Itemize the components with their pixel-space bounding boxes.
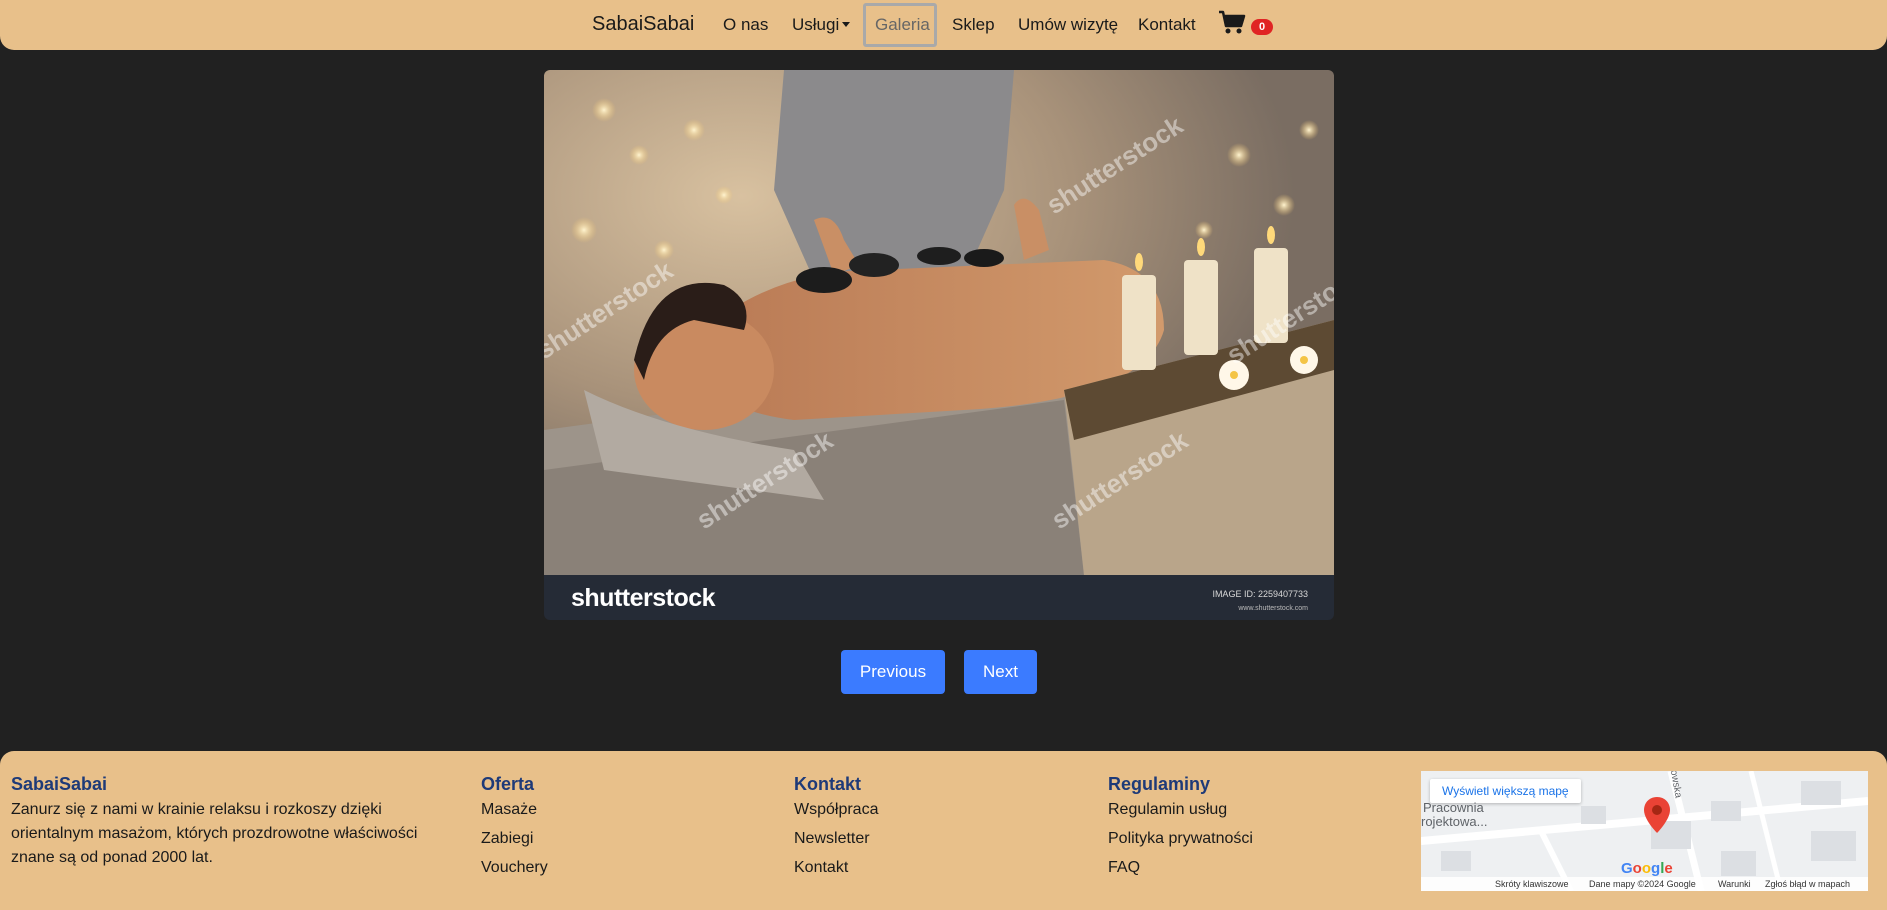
shutterstock-logo: shutterstock [571,584,716,612]
footer-link-masaze[interactable]: Masaże [481,798,537,822]
gallery-slide: shutterstock shutterstock shutterstock s… [544,70,1334,620]
next-button[interactable]: Next [964,650,1037,694]
footer-link-wspolpraca[interactable]: Współpraca [794,798,878,822]
embedded-map[interactable]: Wyświetl większą mapę Pracownia rojektow… [1421,771,1868,891]
image-source-url: www.shutterstock.com [1238,605,1308,612]
nav-link-sklep[interactable]: Sklep [952,15,995,35]
footer: SabaiSabai Zanurz się z nami w krainie r… [0,751,1887,910]
footer-link-faq[interactable]: FAQ [1108,856,1140,880]
footer-description: Zanurz się z nami w krainie relaksu i ro… [11,801,418,866]
map-data-attribution: Dane mapy ©2024 Google [1589,879,1696,889]
map-attribution-bar: Skróty klawiszowe Dane mapy ©2024 Google… [1421,877,1868,891]
nav-link-kontakt[interactable]: Kontakt [1138,15,1196,35]
cart-count-badge: 0 [1251,19,1273,35]
footer-link-kontakt[interactable]: Kontakt [794,856,848,880]
footer-oferta-title: Oferta [481,774,535,794]
footer-link-zabiegi[interactable]: Zabiegi [481,827,533,851]
map-report-link[interactable]: Zgłoś błąd w mapach [1765,879,1850,889]
nav-link-umow-wizyte[interactable]: Umów wizytę [1018,15,1118,35]
footer-kontakt-title: Kontakt [794,774,861,794]
footer-link-newsletter[interactable]: Newsletter [794,827,870,851]
image-info-bar: shutterstock IMAGE ID: 2259407733 www.sh… [544,575,1334,620]
gallery-image: shutterstock shutterstock shutterstock s… [544,70,1334,575]
dropdown-caret-icon [842,22,851,27]
google-logo: Google [1621,860,1673,877]
footer-link-polityka[interactable]: Polityka prywatności [1108,827,1253,851]
nav-link-o-nas[interactable]: O nas [723,15,768,35]
map-place-label: Pracownia [1423,800,1484,815]
footer-regulaminy-title: Regulaminy [1108,774,1211,794]
cart-icon[interactable] [1218,10,1246,36]
image-id: IMAGE ID: 2259407733 [1212,589,1308,599]
map-terms-link[interactable]: Warunki [1718,879,1751,889]
nav-brand[interactable]: SabaiSabai [592,13,694,36]
previous-button[interactable]: Previous [841,650,945,694]
map-pin-icon[interactable] [1643,796,1671,834]
nav-link-uslugi-label: Usługi [792,15,840,34]
footer-link-vouchery[interactable]: Vouchery [481,856,548,880]
footer-brand-title: SabaiSabai [11,774,108,794]
nav-link-uslugi[interactable]: Usługi [792,15,851,35]
nav-link-galeria[interactable]: Galeria [875,15,930,35]
map-place-label-2: rojektowa... [1421,814,1488,829]
navbar: SabaiSabai O nas Usługi Galeria Sklep Um… [0,0,1887,50]
footer-link-regulamin[interactable]: Regulamin usług [1108,798,1227,822]
map-keyboard-shortcuts[interactable]: Skróty klawiszowe [1495,879,1569,889]
